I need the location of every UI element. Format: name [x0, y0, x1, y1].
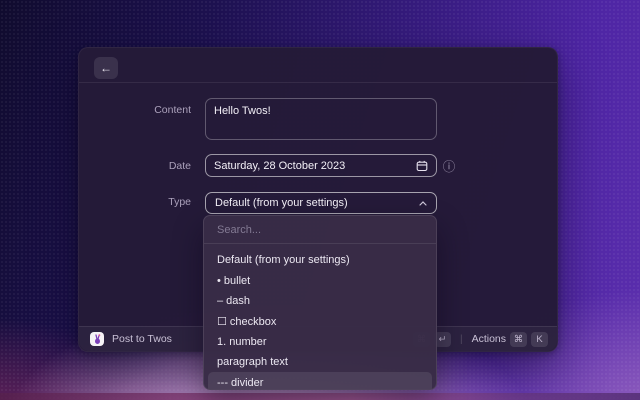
date-input[interactable]: Saturday, 28 October 2023 — [205, 154, 437, 177]
dropdown-items: Default (from your settings) • bullet – … — [208, 250, 432, 390]
dropdown-item-default[interactable]: Default (from your settings) — [208, 250, 432, 270]
dropdown-item-number[interactable]: 1. number — [208, 332, 432, 352]
dropdown-item-dash[interactable]: – dash — [208, 291, 432, 311]
chevron-up-icon — [419, 201, 427, 206]
twos-logo-icon — [90, 332, 104, 346]
dropdown-item-divider[interactable]: --- divider — [208, 372, 432, 390]
command-key-icon: ⌘ — [510, 332, 527, 347]
content-label: Content — [79, 104, 191, 117]
date-value: Saturday, 28 October 2023 — [214, 160, 345, 172]
dropdown-item-paragraph[interactable]: paragraph text — [208, 352, 432, 372]
dropdown-item-checkbox[interactable]: ☐ checkbox — [208, 311, 432, 331]
calendar-icon[interactable] — [416, 160, 428, 172]
post-to-twos-button[interactable]: Post to Twos — [88, 330, 177, 348]
type-label: Type — [79, 196, 191, 209]
type-selected-value: Default (from your settings) — [215, 197, 348, 209]
app-root: ← Content Hello Twos! Date Saturday, 28 … — [0, 0, 640, 400]
type-select[interactable]: Default (from your settings) — [205, 192, 437, 214]
back-arrow-icon: ← — [100, 61, 112, 75]
date-label: Date — [79, 160, 191, 173]
k-key-icon: K — [531, 332, 548, 347]
actions-label: Actions — [472, 333, 506, 345]
content-input[interactable]: Hello Twos! — [205, 98, 437, 140]
post-button-label: Post to Twos — [112, 333, 172, 345]
actions-button[interactable]: Actions ⌘ K — [472, 332, 548, 347]
dropdown-search-input[interactable]: Search... — [204, 216, 436, 244]
date-info-icon[interactable]: ⓘ — [442, 154, 456, 177]
dialog-header: ← — [79, 48, 557, 83]
back-button[interactable]: ← — [94, 57, 118, 79]
dropdown-item-bullet[interactable]: • bullet — [208, 270, 432, 290]
type-dropdown-menu: Search... Default (from your settings) •… — [203, 215, 437, 390]
background-bottom-strip — [0, 393, 640, 400]
shortcut-divider: | — [460, 334, 463, 345]
